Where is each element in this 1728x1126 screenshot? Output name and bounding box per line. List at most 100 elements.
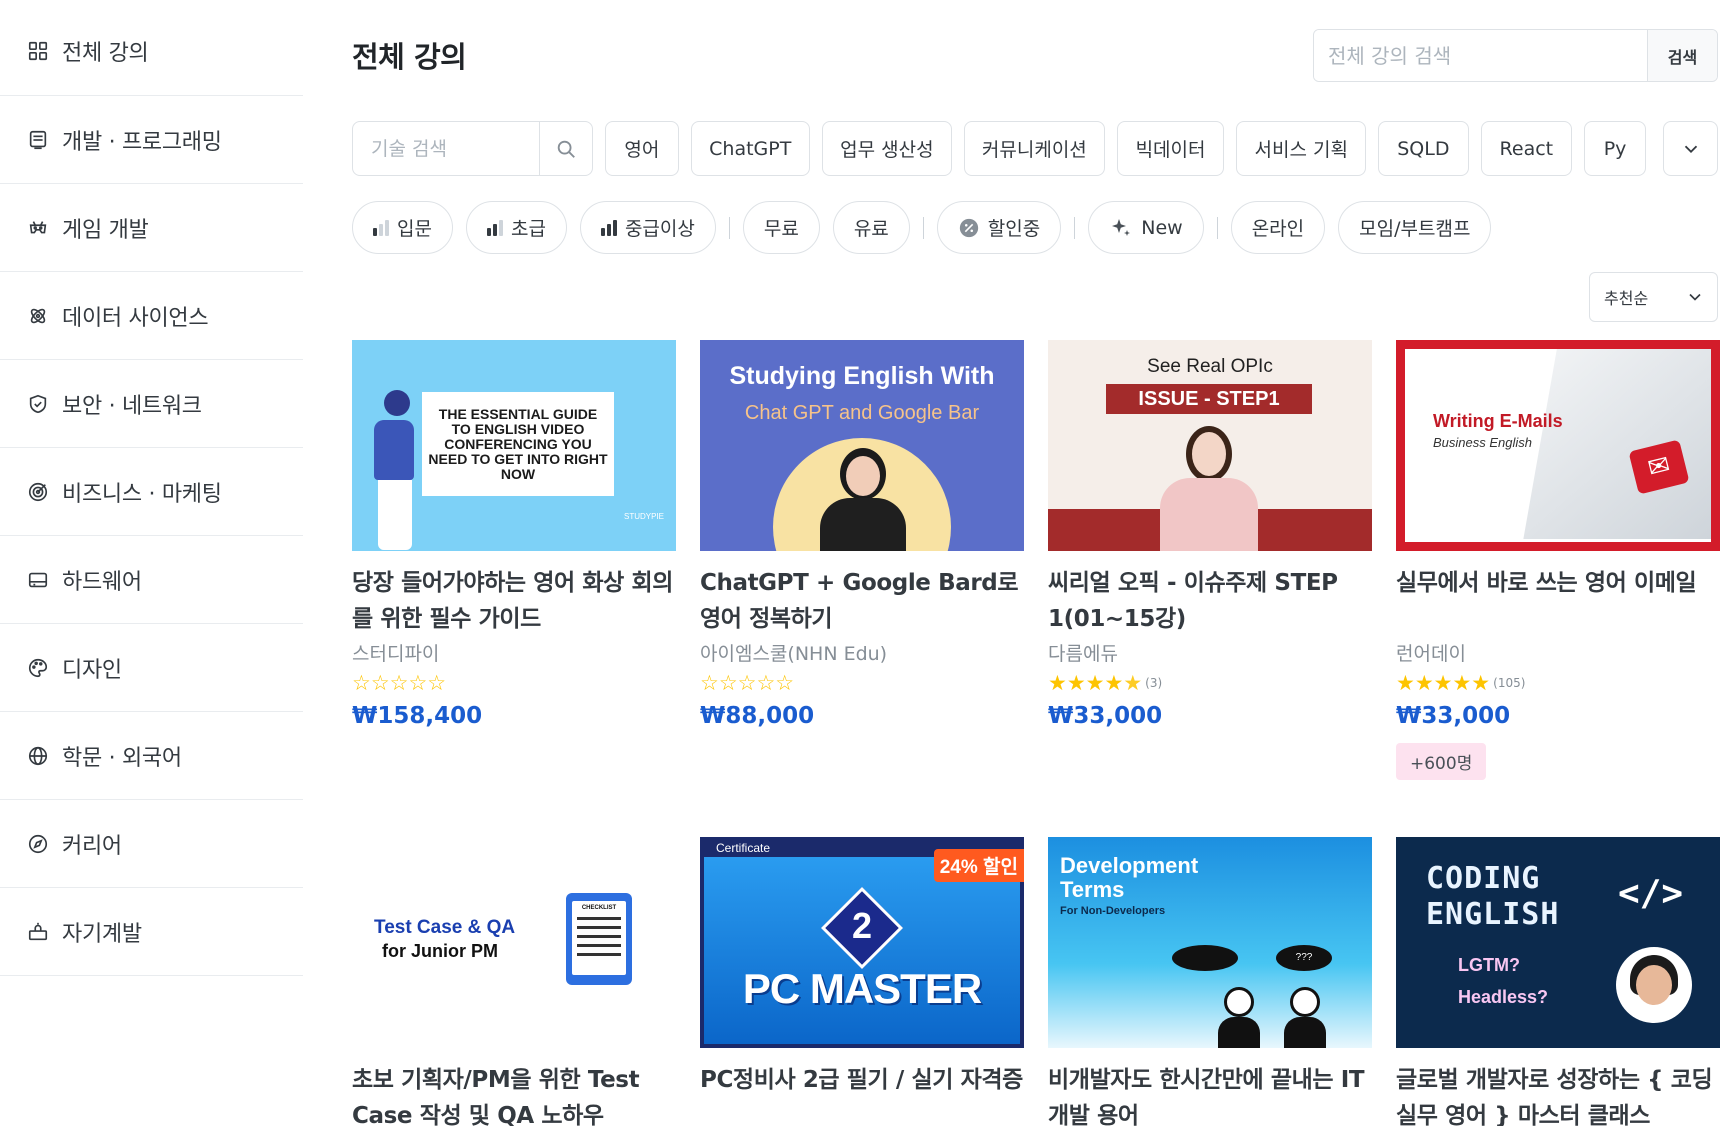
sidebar-item-label: 전체 강의: [62, 40, 149, 66]
course-price: ₩33,000: [1048, 703, 1163, 729]
course-card[interactable]: Test Case & QA for Junior PM CHECKLIST 초…: [352, 837, 676, 1126]
skill-chip-list: 영어 ChatGPT 업무 생산성 커뮤니케이션 빅데이터 서비스 기획 SQL…: [352, 121, 1658, 176]
rating-stars: ★★★★ ★ (3): [1048, 669, 1372, 697]
portrait-face: [1192, 432, 1226, 476]
sidebar-item-career[interactable]: 커리어: [0, 800, 303, 888]
skill-filter-row: 영어 ChatGPT 업무 생산성 커뮤니케이션 빅데이터 서비스 기획 SQL…: [352, 121, 1718, 176]
course-title[interactable]: 씨리얼 오픽 - 이슈주제 STEP 1(01~15강): [1048, 565, 1372, 637]
shield-icon: [26, 392, 50, 416]
skill-chip[interactable]: 업무 생산성: [821, 121, 952, 176]
course-price: ₩158,400: [352, 703, 483, 729]
divider: [1216, 216, 1218, 239]
course-title[interactable]: 당장 들어가야하는 영어 화상 회의를 위한 필수 가이드: [352, 565, 676, 637]
filter-new[interactable]: New: [1088, 201, 1204, 254]
keyboard-illustration: [1523, 349, 1711, 539]
certificate-label: Certificate: [716, 841, 771, 855]
sidebar-item-security[interactable]: 보안 · 네트워크: [0, 360, 303, 448]
sidebar-item-data-science[interactable]: 데이터 사이언스: [0, 272, 303, 360]
sidebar-item-academic-language[interactable]: 학문 · 외국어: [0, 712, 303, 800]
star-half-icon: ★: [1123, 670, 1143, 695]
person-illustration: [374, 390, 419, 551]
course-card[interactable]: ✉ Writing E-Mails Business English 실무에서 …: [1396, 340, 1720, 780]
course-card[interactable]: Certificate 24% 할인 2 PC MASTER PC정비사 2급 …: [700, 837, 1024, 1126]
skill-chip[interactable]: Py: [1584, 121, 1646, 176]
search-icon[interactable]: [539, 121, 592, 176]
thumbnail-line1: Studying English With: [729, 362, 995, 390]
course-thumbnail: ✉ Writing E-Mails Business English: [1396, 340, 1720, 551]
speech-bubble: [1172, 945, 1238, 971]
sidebar-item-label: 게임 개발: [62, 217, 149, 243]
sidebar-item-business[interactable]: 비즈니스 · 마케팅: [0, 448, 303, 536]
thumbnail-line1: See Real OPIc: [1147, 356, 1273, 377]
search-button[interactable]: 검색: [1647, 30, 1717, 81]
sidebar-item-design[interactable]: 디자인: [0, 624, 303, 712]
thumbnail-number: 2: [851, 905, 873, 946]
filter-paid[interactable]: 유료: [832, 201, 910, 254]
filter-label: 할인중: [987, 218, 1041, 240]
sort-select[interactable]: 추천순: [1589, 272, 1718, 322]
thumbnail-line1: Writing E-Mails: [1433, 411, 1563, 431]
sidebar-item-label: 디자인: [62, 657, 122, 683]
course-title[interactable]: 글로벌 개발자로 성장하는 { 코딩 실무 영어 } 마스터 클래스: [1396, 1062, 1720, 1126]
sidebar-item-label: 하드웨어: [62, 569, 142, 595]
expand-skills-button[interactable]: [1663, 121, 1718, 176]
sidebar-item-self-development[interactable]: 자기계발: [0, 888, 303, 976]
checklist-tag: CHECKLIST: [581, 905, 617, 911]
filter-free[interactable]: 무료: [742, 201, 820, 254]
course-card[interactable]: Studying English With Chat GPT and Googl…: [700, 340, 1024, 729]
person-body: [1284, 1017, 1326, 1048]
atom-icon: [26, 304, 50, 328]
skill-chip[interactable]: ChatGPT: [690, 121, 810, 176]
skill-chip[interactable]: 영어: [605, 121, 679, 176]
skill-search-input[interactable]: [353, 137, 539, 160]
student-count-badge: +600명: [1396, 743, 1487, 780]
course-title[interactable]: 비개발자도 한시간만에 끝내는 IT 개발 용어: [1048, 1062, 1372, 1126]
filter-level-beginner[interactable]: 입문: [352, 201, 453, 254]
course-thumbnail: Test Case & QA for Junior PM CHECKLIST: [352, 837, 676, 1048]
filter-level-intermediate[interactable]: 중급이상: [579, 201, 716, 254]
sidebar-item-label: 커리어: [62, 833, 122, 859]
course-card[interactable]: THE ESSENTIAL GUIDE TO ENGLISH VIDEO CON…: [352, 340, 676, 729]
monitor-icon: [26, 128, 50, 152]
thumbnail-line4: Headless?: [1458, 987, 1549, 1007]
skill-chip[interactable]: SQLD: [1378, 121, 1469, 176]
course-thumbnail: CODING ENGLISH </> LGTM? Headless?: [1396, 837, 1720, 1048]
sidebar-item-all[interactable]: 전체 강의: [0, 0, 303, 96]
grid-icon: [26, 39, 50, 63]
star-filled-icon: ★★★★: [1048, 670, 1124, 695]
course-card[interactable]: CODING ENGLISH </> LGTM? Headless? 글로벌 개…: [1396, 837, 1720, 1126]
thumbnail-line1: CODING: [1426, 861, 1541, 896]
sidebar-item-development[interactable]: 개발 · 프로그래밍: [0, 96, 303, 184]
thumbnail-line3: For Non-Developers: [1060, 905, 1166, 917]
course-instructor: 런어데이: [1396, 643, 1466, 665]
course-search-input[interactable]: [1314, 30, 1647, 81]
course-title[interactable]: 실무에서 바로 쓰는 영어 이메일: [1396, 565, 1720, 637]
course-card[interactable]: See Real OPIc ISSUE - STEP1 씨리얼 오픽 - 이슈주…: [1048, 340, 1372, 729]
course-card[interactable]: Development Terms For Non-Developers ???…: [1048, 837, 1372, 1126]
sidebar-item-label: 비즈니스 · 마케팅: [62, 481, 222, 507]
sidebar-item-hardware[interactable]: 하드웨어: [0, 536, 303, 624]
star-filled-icon: ★★★★★: [1396, 670, 1491, 695]
course-title[interactable]: PC정비사 2급 필기 / 실기 자격증: [700, 1062, 1024, 1126]
portrait-body: [820, 498, 906, 551]
course-instructor: 아이엠스쿨(NHN Edu): [700, 643, 888, 665]
filter-level-elementary[interactable]: 초급: [465, 201, 567, 254]
course-title[interactable]: ChatGPT + Google Bard로 영어 정복하기: [700, 565, 1024, 637]
skill-chip[interactable]: 커뮤니케이션: [963, 121, 1105, 176]
filter-bootcamp[interactable]: 모임/부트캠프: [1338, 201, 1492, 254]
lightbulb-icon: [26, 920, 50, 944]
skill-chip[interactable]: 서비스 기획: [1236, 121, 1367, 176]
portrait-face: [846, 456, 880, 496]
sidebar-item-game[interactable]: 게임 개발: [0, 184, 303, 272]
star-empty-icon: ☆☆☆☆☆: [352, 670, 447, 695]
filter-online[interactable]: 온라인: [1230, 201, 1326, 254]
compass-icon: [26, 832, 50, 856]
course-title[interactable]: 초보 기획자/PM을 위한 Test Case 작성 및 QA 노하우: [352, 1062, 676, 1126]
filter-discount[interactable]: 할인중: [936, 201, 1062, 254]
course-thumbnail: THE ESSENTIAL GUIDE TO ENGLISH VIDEO CON…: [352, 340, 676, 551]
skill-chip[interactable]: React: [1480, 121, 1573, 176]
skill-chip[interactable]: 빅데이터: [1116, 121, 1225, 176]
sidebar-item-label: 보안 · 네트워크: [62, 393, 202, 419]
thumbnail-title: THE ESSENTIAL GUIDE TO ENGLISH VIDEO CON…: [428, 405, 608, 482]
category-sidebar: 전체 강의 개발 · 프로그래밍 게임 개발 데이터 사이언스 보안 · 네트워…: [0, 0, 303, 976]
